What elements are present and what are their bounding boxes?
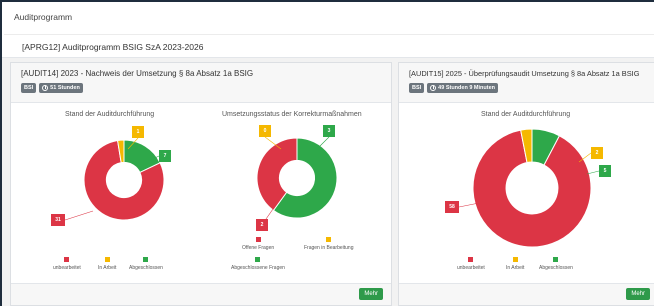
legend-item-in-arbeit[interactable]: In Arbeit [506,257,524,271]
legend-swatch [326,237,332,242]
legend-label: In Arbeit [98,265,117,271]
legend-label: Fragen in Bearbeitung [304,245,354,251]
legend-swatch [468,257,474,262]
legend-item-offene-fragen[interactable]: Offene Fragen [242,237,274,251]
audit-card-footer: Mehr [399,283,654,305]
legend-label: unbearbeitet [53,265,81,271]
legend-item-abgeschlossene-fragen[interactable]: Abgeschlossene Fragen [231,257,285,271]
program-name: [APRG12] Auditprogramm BSIG SzA 2023-202… [22,42,204,52]
more-button[interactable]: Mehr [626,288,650,300]
legend-label: Abgeschlossen [129,265,163,271]
page-title: Auditprogramm [14,12,73,22]
audit-card-14: [AUDIT14] 2023 - Nachweis der Umsetzung … [10,62,392,306]
audit-card-footer: Mehr [11,283,391,305]
more-button[interactable]: Mehr [359,288,383,300]
legend-label: Offene Fragen [242,245,275,251]
label-leader-lines [458,152,600,208]
audit-card-15: [AUDIT15] 2025 - Überprüfungsaudit Umset… [398,62,654,306]
legend-swatch [255,257,261,262]
legend-label: unbearbeitet [457,265,485,271]
legend-item-abgeschlossen[interactable]: Abgeschlossen [539,257,573,271]
program-header: Auditprogramm [APRG12] Auditprogramm BSI… [2,2,654,58]
legend-label: In Arbeit [506,265,525,271]
legend-swatch [553,257,559,262]
legend-swatch [255,237,261,242]
label-leader-lines [264,136,330,220]
header-divider [4,34,654,35]
legend-item-fragen-in-bearbeitung[interactable]: Fragen in Bearbeitung [304,237,353,251]
legend-swatch [512,257,518,262]
legend-label: Abgeschlossene Fragen [231,265,285,271]
legend-label: Abgeschlossen [539,265,573,271]
legend-item-unbearbeitet[interactable]: unbearbeitet [457,257,485,271]
